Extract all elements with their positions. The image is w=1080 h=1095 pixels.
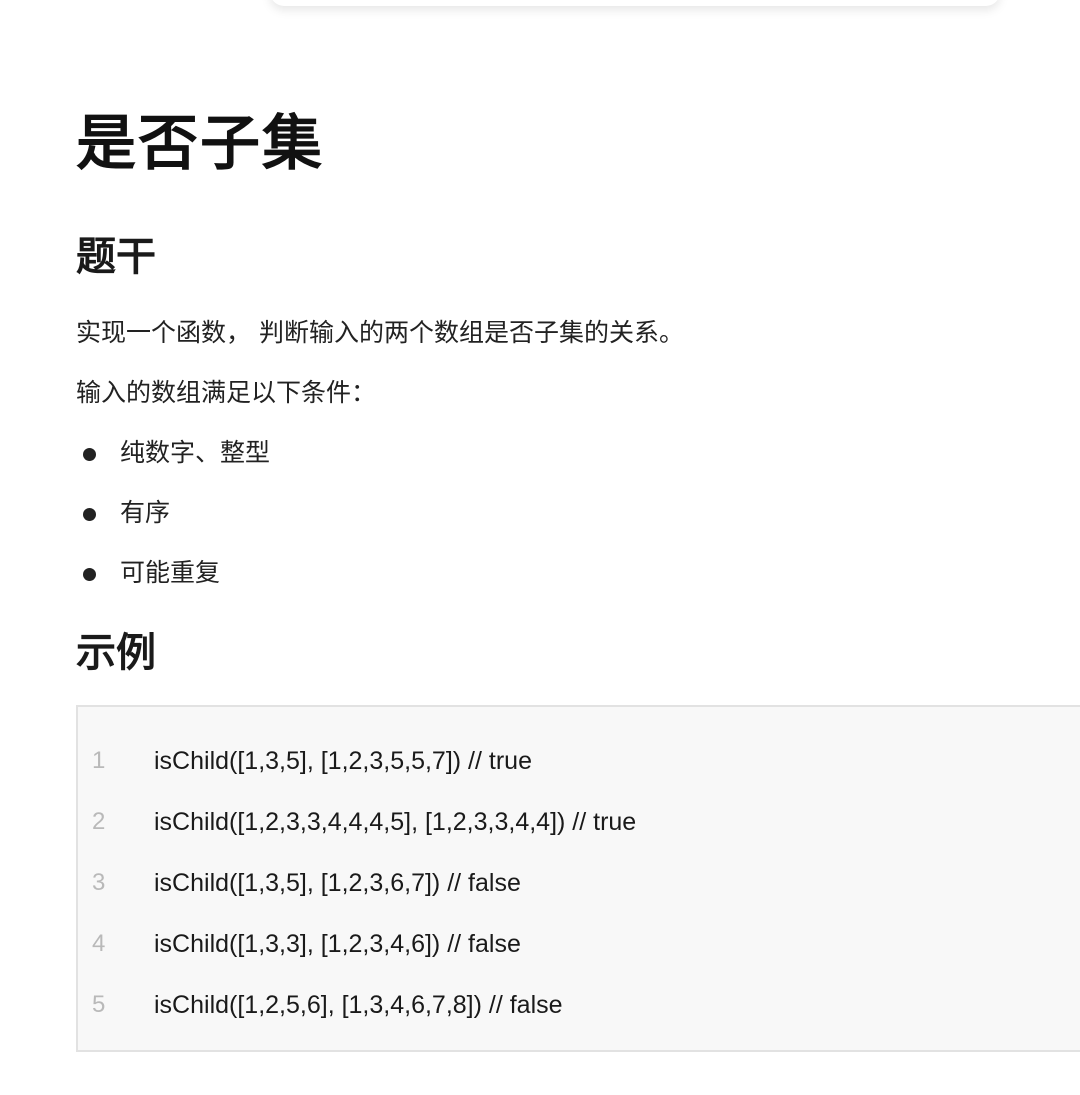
list-item-text: 可能重复 [120, 558, 221, 587]
code-text: isChild([1,2,5,6], [1,3,4,6,7,8]) // fal… [154, 990, 563, 1019]
list-item-text: 纯数字、整型 [120, 438, 271, 467]
section-heading-stem: 题干 [76, 234, 156, 280]
line-number: 5 [92, 991, 106, 1018]
line-number: 3 [92, 869, 106, 896]
code-text: isChild([1,3,5], [1,2,3,6,7]) // false [154, 868, 521, 897]
page-title: 是否子集 [76, 109, 324, 179]
bullet-icon [83, 448, 96, 461]
code-text: isChild([1,2,3,3,4,4,4,5], [1,2,3,3,4,4]… [154, 807, 637, 836]
code-text: isChild([1,3,3], [1,2,3,4,6]) // false [154, 929, 521, 958]
code-block[interactable]: 1 isChild([1,3,5], [1,2,3,5,5,7]) // tru… [76, 705, 1080, 1052]
stem-paragraph-2: 输入的数组满足以下条件： [76, 378, 377, 407]
section-heading-example: 示例 [76, 630, 156, 676]
list-item: 可能重复 [76, 556, 270, 616]
document-page: 是否子集 题干 实现一个函数， 判断输入的两个数组是否子集的关系。 输入的数组满… [0, 0, 1080, 1095]
line-number: 4 [92, 930, 106, 957]
list-item: 纯数字、整型 [76, 436, 270, 496]
conditions-list: 纯数字、整型 有序 可能重复 [76, 436, 270, 616]
bullet-icon [83, 508, 96, 521]
list-item: 有序 [76, 496, 270, 556]
top-card-shadow [270, 0, 1000, 6]
list-item-text: 有序 [120, 498, 171, 527]
code-text: isChild([1,3,5], [1,2,3,5,5,7]) // true [154, 746, 532, 775]
bullet-icon [83, 568, 96, 581]
line-number: 2 [92, 808, 106, 835]
stem-paragraph-1: 实现一个函数， 判断输入的两个数组是否子集的关系。 [76, 318, 684, 347]
line-number: 1 [92, 747, 106, 774]
